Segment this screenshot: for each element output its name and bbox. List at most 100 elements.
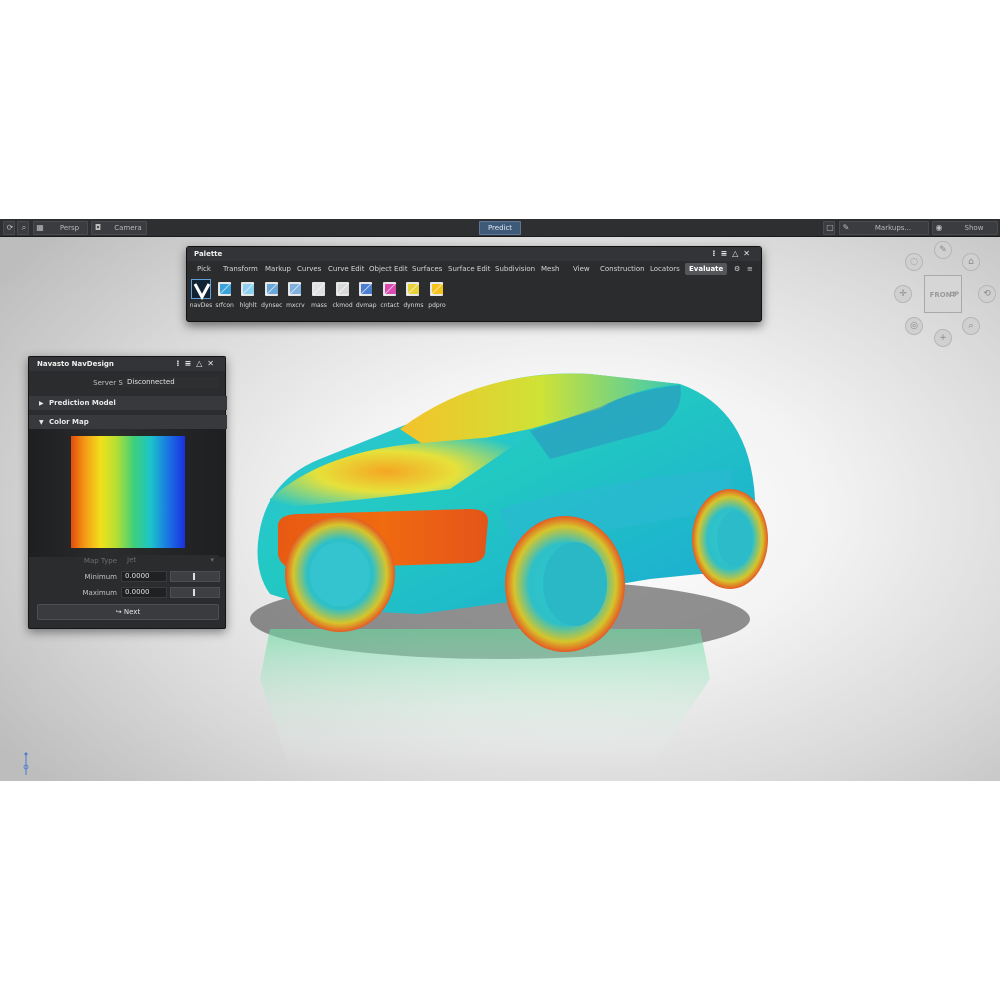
tab-locators[interactable]: Locators [650,263,680,275]
map-type-value: Jet [127,556,137,564]
highlight-icon [238,279,258,299]
markups-dropdown[interactable]: ✎ Markups... [839,221,929,235]
tab-evaluate[interactable]: Evaluate [685,263,728,275]
camera-button[interactable]: ◘ Camera [91,221,147,235]
expand-arrow-icon: ▶ [39,400,44,407]
pan-icon[interactable]: ✛ [894,285,912,303]
palette-window-controls: ⁝≡△✕ [712,247,755,261]
menu-icon[interactable]: ≡ [184,359,196,368]
tool-label: hlghlt [239,302,257,309]
color-map-gradient [71,436,185,548]
predict-button[interactable]: Predict [479,221,521,235]
slider-knob[interactable] [193,573,195,580]
palette-title: Palette [194,250,223,258]
refresh-icon: ⟳ [6,223,14,232]
magnifier-icon: ⌕ [21,223,27,232]
tab-construction[interactable]: Construction [600,263,645,275]
tool-cntact[interactable]: cntact [378,279,402,309]
refresh-button[interactable]: ⟳ [3,221,15,235]
palette-titlebar[interactable]: Palette ⁝≡△✕ [187,247,761,261]
collapse-icon[interactable]: △ [196,359,207,368]
camera-icon[interactable]: ◌ [905,253,923,271]
color-map-section[interactable]: ▼ Color Map [29,415,227,429]
map-type-select[interactable]: Jet ▾ [123,555,219,566]
zoom-icon[interactable]: ⌕ [962,317,980,335]
server-status-value: Disconnected [123,377,219,388]
palette-tools: navDes srfcon hlghlt dynsec mxcrv mass ckmod dv… [187,279,761,321]
square-icon: ▢ [826,223,834,232]
tool-hlghlt[interactable]: hlghlt [236,279,260,309]
tool-srfcon[interactable]: srfcon [213,279,237,309]
settings-gear-icon[interactable]: ⚙ [734,263,740,275]
minimum-slider[interactable] [170,571,220,582]
tool-ckmod[interactable]: ckmod [331,279,355,309]
home-icon[interactable]: ⌂ [962,253,980,271]
menu-icon[interactable]: ≡ [720,249,732,258]
palette-menu-icon[interactable]: ≡ [747,263,753,275]
tab-surfaces[interactable]: Surfaces [412,263,442,275]
show-label: Show [964,224,984,232]
minimum-label: Minimum [84,573,117,581]
maximum-label: Maximum [82,589,118,597]
tab-transform[interactable]: Transform [223,263,258,275]
view-cube-face[interactable]: FRONT UP [924,275,962,313]
tab-view[interactable]: View [573,263,590,275]
tool-navDes[interactable]: navDes [189,279,213,309]
show-dropdown[interactable]: ◉ Show [932,221,998,235]
tool-label: navDes [189,302,213,309]
tab-curves[interactable]: Curves [297,263,321,275]
map-type-label: Map Type [83,557,117,565]
tool-label: mxcrv [286,302,305,309]
pencil-icon[interactable]: ✎ [934,241,952,259]
dynamic-mesh-icon [403,279,423,299]
tool-dvmap[interactable]: dvmap [354,279,378,309]
tab-subdivision[interactable]: Subdivision [495,263,535,275]
tab-mesh[interactable]: Mesh [541,263,559,275]
tab-markup[interactable]: Markup [265,263,291,275]
prediction-model-label: Prediction Model [49,399,116,407]
tab-object-edit[interactable]: Object Edit [369,263,408,275]
tool-mxcrv[interactable]: mxcrv [283,279,307,309]
navdesign-window-controls: ⁝≡△✕ [176,357,219,371]
tab-surface-edit[interactable]: Surface Edit [448,263,490,275]
tool-pdpro[interactable]: pdpro [425,279,449,309]
mass-icon [309,279,329,299]
prediction-model-section[interactable]: ▶ Prediction Model [29,396,227,410]
orbit-icon[interactable]: ⟲ [978,285,996,303]
tool-mass[interactable]: mass [307,279,331,309]
tab-pick[interactable]: Pick [197,263,211,275]
tool-label: dynms [403,302,424,309]
max-curvature-icon [285,279,305,299]
collapse-arrow-icon: ▼ [39,419,44,426]
viewport-frame: ⟳ ⌕ ▦ Persp ◘ Camera Predict ▢ ✎ Markups… [0,219,1000,781]
maximum-slider[interactable] [170,587,220,598]
next-label: Next [123,608,141,616]
tool-label: dvmap [355,302,377,309]
close-icon[interactable]: ✕ [743,249,755,258]
layer-button[interactable]: ▢ [823,221,835,235]
tab-curve-edit[interactable]: Curve Edit [328,263,364,275]
persp-view-button[interactable]: ▦ Persp [33,221,88,235]
camera-icon: ◘ [94,223,102,232]
tool-dynms[interactable]: dynms [401,279,425,309]
collapse-icon[interactable]: △ [732,249,743,258]
pdpro-icon [427,279,447,299]
tumble-icon[interactable]: ◎ [905,317,923,335]
add-icon[interactable]: + [934,329,952,347]
tool-dynsec[interactable]: dynsec [260,279,284,309]
check-model-icon [333,279,353,299]
car-model-heatmap [250,373,768,769]
axis-indicator-icon [23,752,29,775]
next-arrow-icon: ↪ [115,608,122,616]
navdesign-titlebar[interactable]: Navasto NavDesign ⁝≡△✕ [29,357,225,371]
markups-label: Markups... [874,224,912,232]
persp-label: Persp [59,224,80,232]
close-icon[interactable]: ✕ [207,359,219,368]
maximum-input[interactable]: 0.0000 [121,587,167,598]
zoom-button[interactable]: ⌕ [17,221,29,235]
next-button[interactable]: ↪ Next [37,604,219,620]
tool-label: ckmod [332,302,353,309]
slider-knob[interactable] [193,589,195,596]
minimum-input[interactable]: 0.0000 [121,571,167,582]
camera-label: Camera [114,224,142,232]
